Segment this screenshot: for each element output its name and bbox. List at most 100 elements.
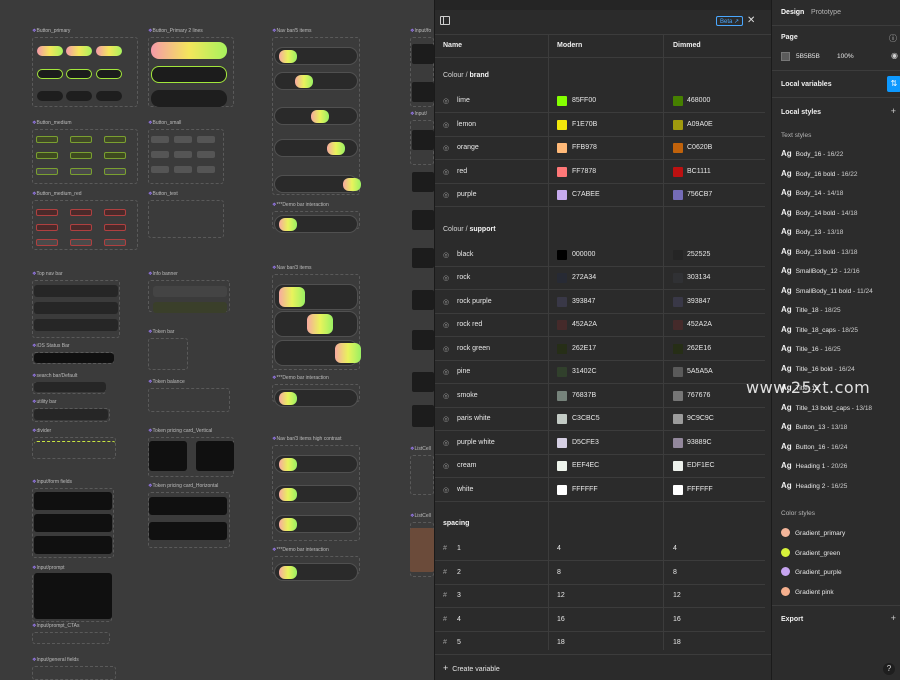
dimmed-value[interactable]: 8 — [673, 569, 677, 576]
canvas-card[interactable] — [412, 330, 434, 350]
small-button[interactable] — [151, 166, 169, 173]
nav-bar[interactable] — [274, 485, 358, 503]
nav-bar[interactable] — [274, 284, 358, 310]
table-row[interactable]: ◎ black 000000 252525 — [435, 244, 765, 267]
variable-name[interactable]: purple white — [457, 439, 495, 446]
red-button[interactable] — [70, 239, 92, 246]
nav-bar[interactable] — [274, 175, 361, 193]
outline-2line-button[interactable] — [151, 66, 227, 83]
page-opacity-value[interactable]: 100% — [837, 53, 854, 60]
medium-button[interactable] — [104, 136, 126, 143]
text-style-item[interactable]: Ag Title_18_caps - 18/25 — [781, 325, 858, 339]
table-row[interactable]: ◎ orange FFB978 C0620B — [435, 137, 765, 160]
red-button[interactable] — [36, 209, 58, 216]
text-style-item[interactable]: Ag Body_14 bold - 14/18 — [781, 208, 858, 222]
small-button[interactable] — [174, 151, 192, 158]
modern-color-swatch[interactable] — [557, 166, 567, 177]
dimmed-value[interactable]: 252525 — [687, 251, 710, 258]
variable-name[interactable]: paris white — [457, 415, 490, 422]
small-button[interactable] — [197, 166, 215, 173]
component-frame[interactable] — [148, 338, 188, 370]
dimmed-value[interactable]: 93889C — [687, 439, 712, 446]
dark-button[interactable] — [66, 91, 92, 101]
table-row[interactable]: #1 4 4 — [435, 538, 765, 561]
design-canvas[interactable]: Button_primary Button_Primary 2 lines Nav … — [0, 0, 434, 680]
text-style-item[interactable]: Ag Title_16 bold - 16/24 — [781, 364, 855, 378]
nav-bar[interactable] — [274, 139, 358, 157]
dimmed-color-swatch[interactable] — [673, 461, 683, 471]
nav-bar[interactable] — [274, 47, 358, 65]
variable-name[interactable]: lemon — [457, 121, 476, 128]
create-variable-button[interactable]: + Create variable — [443, 663, 500, 673]
modern-color-swatch[interactable] — [557, 143, 567, 153]
canvas-card[interactable] — [412, 372, 434, 392]
variable-name[interactable]: orange — [457, 144, 479, 151]
table-row[interactable]: ◎ rock purple 393847 393847 — [435, 291, 765, 314]
medium-button[interactable] — [36, 168, 58, 175]
variable-name[interactable]: rock purple — [457, 298, 492, 305]
dimmed-value[interactable]: BC1111 — [687, 168, 711, 175]
search-bar[interactable] — [34, 382, 106, 392]
modern-color-swatch[interactable] — [557, 249, 567, 260]
small-button[interactable] — [151, 136, 169, 143]
modern-color-swatch[interactable] — [557, 96, 567, 106]
table-row[interactable]: #5 18 18 — [435, 632, 765, 655]
dimmed-value[interactable]: FFFFFF — [687, 486, 713, 493]
dimmed-color-swatch[interactable] — [673, 343, 683, 354]
nav-bar[interactable] — [274, 563, 358, 581]
text-style-item[interactable]: Ag Title_16 - 16/25 — [781, 344, 841, 358]
outline-button[interactable] — [96, 69, 122, 79]
dimmed-color-swatch[interactable] — [673, 437, 683, 448]
medium-button[interactable] — [36, 136, 58, 143]
token-card[interactable] — [149, 441, 187, 471]
dimmed-value[interactable]: 12 — [673, 592, 681, 599]
text-style-item[interactable]: Ag Heading 2 - 16/25 — [781, 481, 847, 495]
modern-value[interactable]: 18 — [557, 639, 565, 646]
tab-design[interactable]: Design — [781, 9, 804, 16]
outline-button[interactable] — [66, 69, 92, 79]
small-button[interactable] — [151, 151, 169, 158]
variable-name[interactable]: 3 — [457, 592, 461, 599]
small-button[interactable] — [174, 136, 192, 143]
table-row[interactable]: ◎ rock red 452A2A 452A2A — [435, 314, 765, 337]
medium-button[interactable] — [104, 152, 126, 159]
variable-name[interactable]: 2 — [457, 569, 461, 576]
component-frame[interactable] — [148, 200, 224, 238]
red-button[interactable] — [70, 224, 92, 231]
dimmed-value[interactable]: 767676 — [687, 392, 710, 399]
dimmed-color-swatch[interactable] — [673, 414, 683, 424]
red-button[interactable] — [36, 224, 58, 231]
modern-value[interactable]: D5CFE3 — [572, 439, 599, 446]
canvas-card[interactable] — [412, 44, 434, 64]
canvas-card[interactable] — [412, 290, 434, 310]
variable-name[interactable]: white — [457, 486, 473, 493]
dimmed-value[interactable]: 468000 — [687, 97, 710, 104]
dimmed-value[interactable]: 303134 — [687, 274, 710, 281]
color-style-item[interactable]: Gradient_green — [781, 547, 840, 562]
tabs-bar[interactable] — [34, 319, 118, 331]
dark-button[interactable] — [96, 91, 122, 101]
medium-button[interactable] — [36, 152, 58, 159]
dimmed-color-swatch[interactable] — [673, 96, 683, 106]
dimmed-value[interactable]: C0620B — [687, 144, 712, 151]
add-export-icon[interactable]: + — [891, 613, 896, 623]
add-style-icon[interactable]: + — [891, 106, 896, 116]
variable-name[interactable]: pine — [457, 368, 470, 375]
medium-button[interactable] — [70, 168, 92, 175]
dimmed-color-swatch[interactable] — [673, 249, 683, 260]
nav-bar[interactable] — [274, 311, 358, 337]
text-style-item[interactable]: Ag Body_16 bold - 16/22 — [781, 169, 858, 183]
text-style-item[interactable]: Ag Button_13 - 13/18 — [781, 422, 847, 436]
text-style-item[interactable]: Ag Body_16 - 16/22 — [781, 149, 843, 163]
dimmed-value[interactable]: 9C9C9C — [687, 415, 714, 422]
table-row[interactable]: #3 12 12 — [435, 585, 765, 608]
modern-value[interactable]: 8 — [557, 569, 561, 576]
medium-button[interactable] — [70, 152, 92, 159]
sidebar-toggle-icon[interactable] — [440, 16, 450, 25]
dimmed-color-swatch[interactable] — [673, 320, 683, 330]
modern-color-swatch[interactable] — [557, 484, 567, 495]
canvas-card[interactable] — [412, 172, 434, 192]
token-card-horizontal[interactable] — [149, 497, 227, 515]
table-row[interactable]: ◎ purple C7ABEE 756CB7 — [435, 184, 765, 207]
canvas-card[interactable] — [412, 405, 434, 427]
